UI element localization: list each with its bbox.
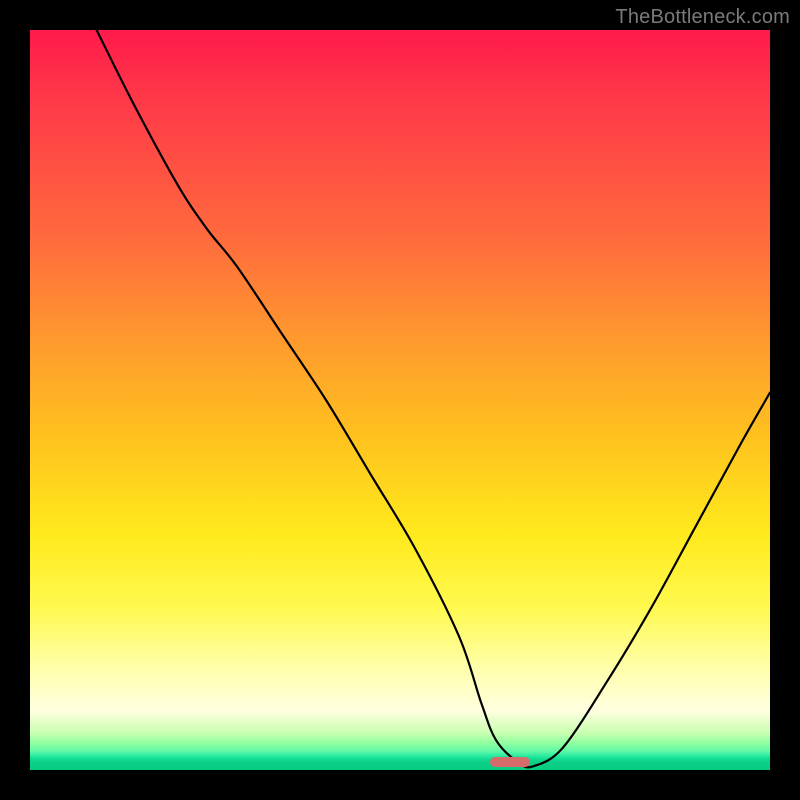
minimum-marker	[490, 757, 530, 767]
plot-area	[30, 30, 770, 770]
curve-svg	[30, 30, 770, 770]
bottleneck-curve	[97, 30, 770, 767]
watermark-text: TheBottleneck.com	[615, 6, 790, 29]
chart-frame: TheBottleneck.com	[0, 0, 800, 800]
